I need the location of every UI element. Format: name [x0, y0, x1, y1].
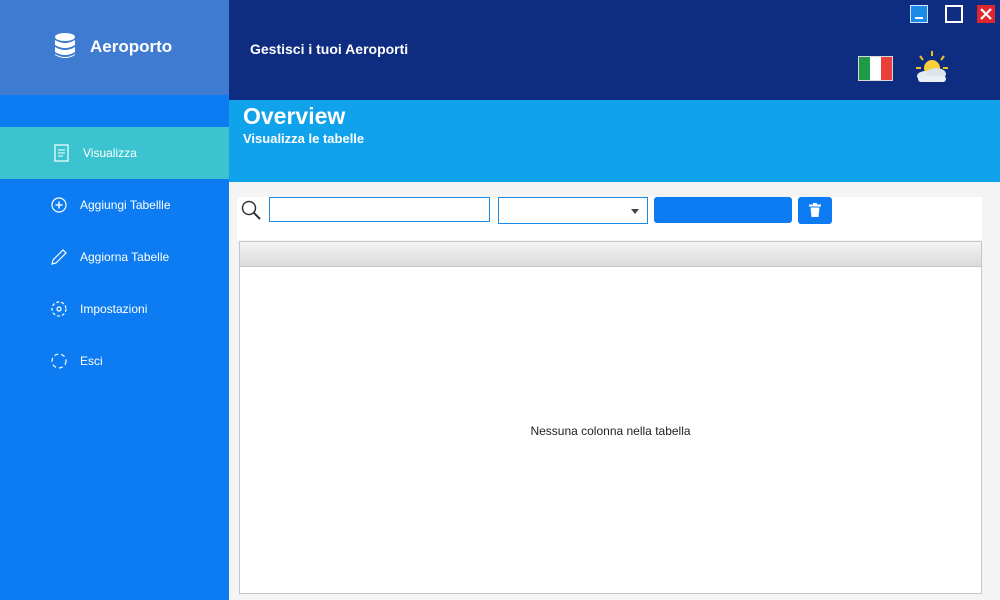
- settings-icon: [51, 301, 67, 317]
- close-icon: [980, 8, 992, 20]
- page-subtitle: Visualizza le tabelle: [243, 131, 365, 146]
- chevron-down-icon: [631, 209, 639, 214]
- toolbar: [237, 197, 982, 240]
- table-header: [240, 242, 981, 267]
- app-subtitle: Gestisci i tuoi Aeroporti: [250, 41, 409, 57]
- sidebar-item-label: Esci: [80, 354, 103, 368]
- data-table[interactable]: Nessuna colonna nella tabella: [239, 241, 982, 594]
- partly-cloudy-sun-icon[interactable]: [912, 49, 950, 87]
- action-button[interactable]: [654, 197, 792, 223]
- exit-icon: [51, 353, 67, 369]
- sidebar: Aeroporto Visualizza Aggiungi Tabellle A…: [0, 0, 229, 600]
- search-input[interactable]: [269, 197, 490, 222]
- sidebar-item-impostazioni[interactable]: Impostazioni: [0, 283, 229, 335]
- italy-flag-icon[interactable]: [858, 56, 893, 81]
- maximize-button[interactable]: [945, 5, 963, 23]
- sidebar-item-aggiungi-tabelle[interactable]: Aggiungi Tabellle: [0, 179, 229, 231]
- app-title: Aeroporto: [90, 37, 173, 56]
- delete-button[interactable]: [798, 197, 832, 224]
- table-select-dropdown[interactable]: [498, 197, 648, 224]
- document-list-icon: [54, 144, 69, 162]
- sidebar-item-aggiorna-tabelle[interactable]: Aggiorna Tabelle: [0, 231, 229, 283]
- brand-panel: Aeroporto: [0, 0, 229, 95]
- sidebar-item-label: Aggiorna Tabelle: [80, 250, 170, 264]
- plus-circle-icon: [51, 197, 67, 213]
- table-empty-message: Nessuna colonna nella tabella: [530, 424, 691, 438]
- page-header: Overview Visualizza le tabelle: [229, 100, 1000, 182]
- search-icon: [241, 200, 261, 220]
- sidebar-item-visualizza[interactable]: Visualizza: [0, 127, 229, 179]
- sidebar-item-label: Aggiungi Tabellle: [80, 198, 171, 212]
- close-button[interactable]: [977, 5, 995, 23]
- top-header: Gestisci i tuoi Aeroporti: [229, 0, 1000, 100]
- page-title: Overview: [243, 103, 346, 129]
- sidebar-item-label: Visualizza: [83, 146, 137, 160]
- sidebar-item-esci[interactable]: Esci: [0, 335, 229, 387]
- pencil-icon: [51, 249, 67, 265]
- minimize-button[interactable]: [910, 5, 928, 23]
- main-content: Nessuna colonna nella tabella: [229, 182, 1000, 600]
- trash-icon: [809, 203, 821, 217]
- sidebar-item-label: Impostazioni: [80, 302, 148, 316]
- database-icon: [55, 33, 75, 58]
